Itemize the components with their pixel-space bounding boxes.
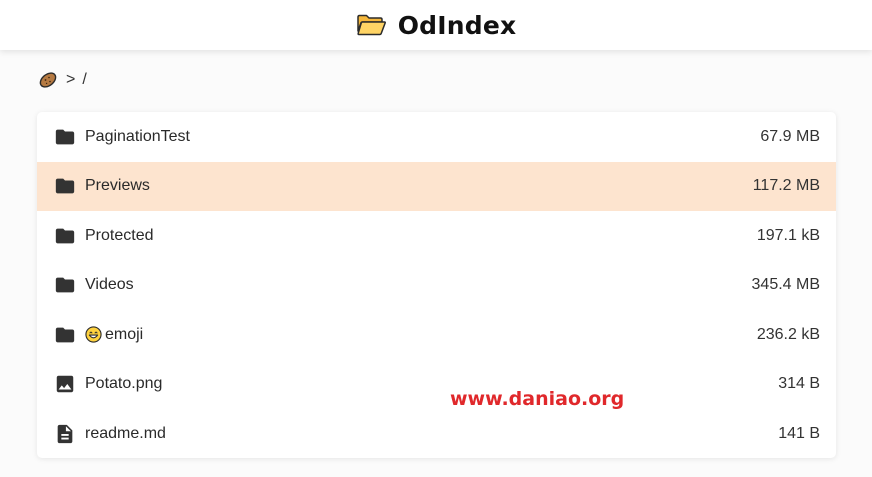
- file-name: readme.md: [85, 424, 166, 442]
- file-row-emoji[interactable]: emoji 236.2 kB: [37, 310, 836, 360]
- file-name: Videos: [85, 276, 134, 294]
- folder-icon: [55, 277, 75, 293]
- file-size: 345.4 MB: [751, 276, 820, 294]
- brand[interactable]: OdIndex: [356, 11, 517, 40]
- file-row-paginationtest[interactable]: PaginationTest 67.9 MB: [37, 112, 836, 162]
- file-size: 197.1 kB: [756, 226, 820, 244]
- potato-icon[interactable]: [38, 71, 58, 89]
- folder-open-icon: [356, 14, 386, 36]
- folder-icon: [55, 327, 75, 343]
- main-content: > / PaginationTest 67.9 MB Previews 117.…: [0, 50, 872, 477]
- file-size: 236.2 kB: [756, 325, 820, 343]
- file-row-protected[interactable]: Protected 197.1 kB: [37, 211, 836, 261]
- file-name: Protected: [85, 226, 154, 244]
- file-name: Potato.png: [85, 375, 163, 393]
- watermark-text: www.daniao.org: [450, 388, 625, 410]
- breadcrumb: > /: [38, 71, 87, 89]
- file-size: 314 B: [778, 375, 820, 393]
- breadcrumb-root[interactable]: /: [82, 71, 86, 89]
- file-size: 67.9 MB: [760, 127, 820, 145]
- grinning-face-emoji-icon: [85, 326, 102, 343]
- file-row-videos[interactable]: Videos 345.4 MB: [37, 261, 836, 311]
- folder-icon: [55, 129, 75, 145]
- file-row-previews[interactable]: Previews 117.2 MB: [37, 161, 836, 211]
- file-row-readme-md[interactable]: readme.md 141 B: [37, 409, 836, 458]
- image-icon: [56, 376, 74, 393]
- folder-icon: [55, 228, 75, 244]
- file-name-wrapper: emoji: [85, 326, 143, 344]
- file-name: PaginationTest: [85, 127, 190, 145]
- file-name: emoji: [105, 325, 144, 343]
- app-title: OdIndex: [397, 10, 517, 40]
- breadcrumb-separator: >: [66, 71, 76, 88]
- file-list: PaginationTest 67.9 MB Previews 117.2 MB…: [37, 112, 836, 458]
- file-row-potato-png[interactable]: Potato.png 314 B: [37, 360, 836, 410]
- folder-icon: [55, 178, 75, 194]
- file-name: Previews: [85, 177, 150, 195]
- document-icon: [57, 424, 73, 443]
- file-size: 117.2 MB: [752, 177, 820, 195]
- file-size: 141 B: [778, 424, 820, 442]
- top-navbar: OdIndex: [0, 0, 872, 50]
